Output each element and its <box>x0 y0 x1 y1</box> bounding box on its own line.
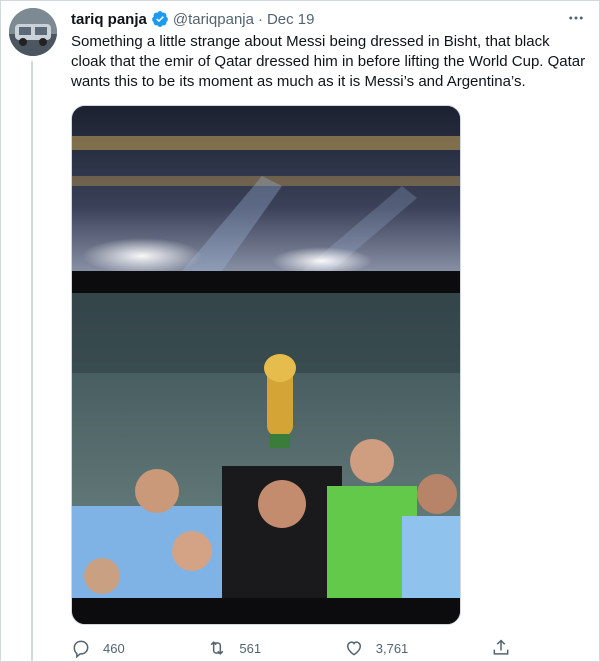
tweet-photo[interactable] <box>71 105 461 625</box>
tweet-text: Something a little strange about Messi b… <box>71 33 586 90</box>
separator-dot: · <box>257 10 263 28</box>
tweet-header: tariq panja @tariqpanja · Dec 19 <box>71 9 315 29</box>
like-button[interactable]: 3,761 <box>344 638 409 658</box>
verified-badge-icon <box>151 10 169 28</box>
user-handle[interactable]: @tariqpanja <box>173 11 254 28</box>
tweet-container: tariq panja @tariqpanja · Dec 19 Somethi… <box>0 0 600 662</box>
share-button[interactable] <box>491 638 511 658</box>
avatar[interactable] <box>9 8 57 56</box>
retweet-count: 561 <box>239 640 262 656</box>
reply-icon <box>71 638 91 658</box>
thread-line <box>31 61 33 662</box>
retweet-button[interactable]: 561 <box>207 638 261 658</box>
reply-button[interactable]: 460 <box>71 638 125 658</box>
display-name[interactable]: tariq panja <box>71 11 147 28</box>
reply-count: 460 <box>103 640 125 656</box>
more-options-icon[interactable] <box>565 7 587 29</box>
like-count: 3,761 <box>375 640 409 656</box>
retweet-icon <box>207 638 227 658</box>
tweet-date[interactable]: Dec 19 <box>267 11 315 28</box>
like-icon <box>344 638 364 658</box>
share-icon <box>491 638 511 658</box>
action-bar: 460 561 3,761 <box>71 637 511 659</box>
